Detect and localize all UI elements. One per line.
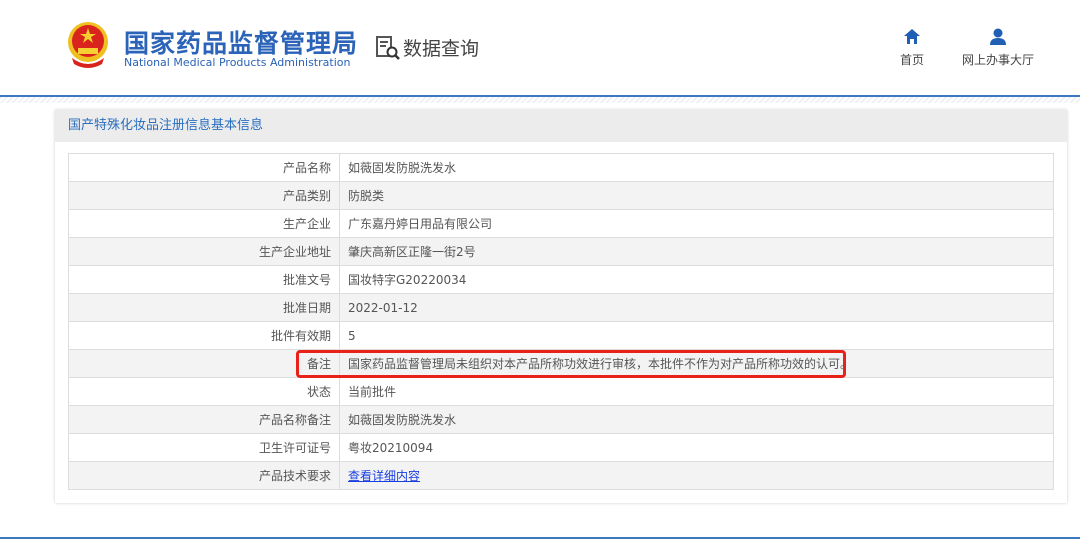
row-label: 批件有效期	[68, 321, 340, 350]
table-row: 生产企业 广东嘉丹婷日用品有限公司	[68, 209, 1054, 238]
row-value-text: 国妆特字G20220034	[348, 273, 467, 287]
row-value: 如薇固发防脱洗发水	[339, 405, 1054, 434]
nav-online-hall-label: 网上办事大厅	[962, 53, 1035, 67]
row-label: 产品技术要求	[68, 461, 340, 490]
info-panel: 国产特殊化妆品注册信息基本信息 产品名称 如薇固发防脱洗发水 产品类别 防脱类 生产企业…	[55, 110, 1067, 503]
row-value-text: 如薇固发防脱洗发水	[348, 413, 457, 427]
row-label: 状态	[68, 377, 340, 406]
view-details-link[interactable]: 查看详细内容	[348, 469, 420, 483]
highlight-box	[296, 350, 846, 378]
row-value-text: 2022-01-12	[348, 300, 418, 315]
table-row: 批件有效期 5	[68, 321, 1054, 350]
row-value-text: 如薇固发防脱洗发水	[348, 161, 457, 175]
table-row: 生产企业地址 肇庆高新区正隆一街2号	[68, 237, 1054, 266]
row-label: 生产企业	[68, 209, 340, 238]
home-icon	[904, 29, 920, 44]
table-row: 产品名称备注 如薇固发防脱洗发水	[68, 405, 1054, 434]
info-table: 产品名称 如薇固发防脱洗发水 产品类别 防脱类 生产企业 广东嘉丹婷日用品有限公司 生产企业…	[68, 153, 1054, 490]
row-value: 5	[339, 321, 1054, 350]
table-row: 产品类别 防脱类	[68, 181, 1054, 210]
row-value: 当前批件	[339, 377, 1054, 406]
nav-online-hall[interactable]: 网上办事大厅	[962, 28, 1034, 68]
site-header: 国家药品监督管理局 National Medical Products Admi…	[0, 0, 1080, 95]
row-label: 生产企业地址	[68, 237, 340, 266]
table-row: 产品名称 如薇固发防脱洗发水	[68, 153, 1054, 182]
footer-divider	[0, 537, 1080, 539]
data-query-label: 数据查询	[403, 38, 480, 60]
row-value-text: 防脱类	[348, 189, 385, 203]
row-value-text: 广东嘉丹婷日用品有限公司	[348, 217, 493, 231]
table-row: 批准日期 2022-01-12	[68, 293, 1054, 322]
nav-home[interactable]: 首页	[900, 28, 924, 68]
nav-home-label: 首页	[900, 53, 925, 67]
logo-title[interactable]: 国家药品监督管理局	[124, 24, 358, 60]
row-label: 产品名称备注	[68, 405, 340, 434]
row-label: 产品类别	[68, 181, 340, 210]
table-row: 批准文号 国妆特字G20220034	[68, 265, 1054, 294]
data-query-title[interactable]: 数据查询	[375, 34, 479, 61]
row-value-text: 5	[348, 328, 356, 343]
document-search-icon	[376, 35, 400, 60]
header-stripe	[0, 97, 1080, 103]
row-value: 广东嘉丹婷日用品有限公司	[339, 209, 1054, 238]
table-row: 产品技术要求 查看详细内容	[68, 461, 1054, 490]
row-value: 防脱类	[339, 181, 1054, 210]
table-row: 卫生许可证号 粤妆20210094	[68, 433, 1054, 462]
logo-subtitle: National Medical Products Administration	[124, 56, 351, 69]
panel-title: 国产特殊化妆品注册信息基本信息	[55, 110, 1067, 142]
row-value-text: 肇庆高新区正隆一街2号	[348, 245, 476, 259]
national-emblem-icon	[68, 22, 108, 68]
row-value: 粤妆20210094	[339, 433, 1054, 462]
row-value-text: 当前批件	[348, 385, 397, 399]
row-label: 卫生许可证号	[68, 433, 340, 462]
row-value: 国妆特字G20220034	[339, 265, 1054, 294]
row-value: 肇庆高新区正隆一街2号	[339, 237, 1054, 266]
table-row: 状态 当前批件	[68, 377, 1054, 406]
row-label: 批准日期	[68, 293, 340, 322]
row-value-text: 粤妆20210094	[348, 441, 434, 455]
row-label: 批准文号	[68, 265, 340, 294]
row-label: 产品名称	[68, 153, 340, 182]
row-value: 查看详细内容	[339, 461, 1054, 490]
user-icon	[990, 28, 1006, 45]
row-value: 如薇固发防脱洗发水	[339, 153, 1054, 182]
row-value: 2022-01-12	[339, 293, 1054, 322]
